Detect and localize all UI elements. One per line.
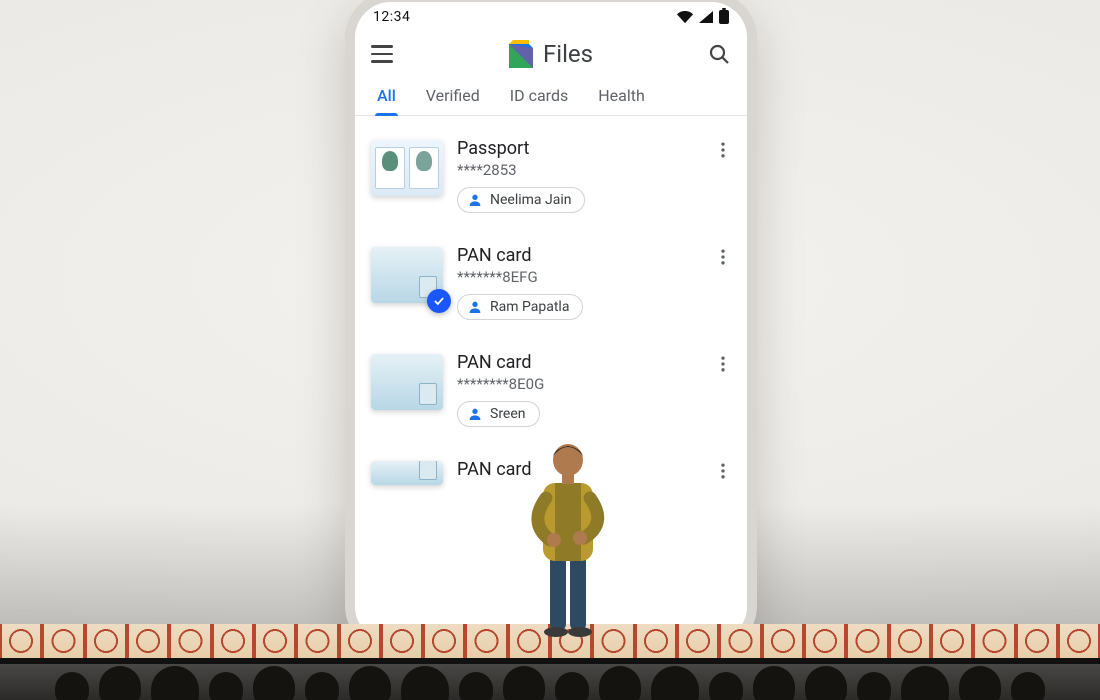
signal-icon: [699, 11, 713, 23]
tab-label: ID cards: [510, 86, 568, 105]
item-subtitle: ****2853: [457, 161, 699, 179]
presenter: [508, 428, 628, 638]
list-item[interactable]: PAN card *******8EFG Ram Papatla: [371, 231, 737, 338]
item-more-button[interactable]: [713, 138, 737, 164]
wifi-icon: [677, 9, 693, 25]
tab-label: All: [377, 86, 396, 105]
item-subtitle: ********8E0G: [457, 375, 699, 393]
check-icon: [432, 294, 446, 308]
tab-label: Verified: [426, 86, 480, 105]
list-item[interactable]: Passport ****2853 Neelima Jain: [371, 124, 737, 231]
tab-id-cards[interactable]: ID cards: [508, 78, 570, 115]
tab-all[interactable]: All: [375, 78, 398, 115]
app-header: Files: [355, 32, 747, 74]
thumbnail: [371, 138, 443, 196]
verified-badge: [427, 289, 451, 313]
item-body: PAN card *******8EFG Ram Papatla: [457, 245, 699, 320]
phone-volume-button: [747, 162, 752, 232]
app-title-wrap: Files: [509, 40, 593, 68]
phone-power-button: [747, 252, 752, 292]
audience: [0, 660, 1100, 700]
item-body: Passport ****2853 Neelima Jain: [457, 138, 699, 213]
person-icon: [467, 299, 483, 315]
more-vert-icon: [713, 247, 733, 267]
owner-chip[interactable]: Neelima Jain: [457, 187, 585, 213]
owner-chip[interactable]: Ram Papatla: [457, 294, 583, 320]
person-icon: [467, 406, 483, 422]
tab-verified[interactable]: Verified: [424, 78, 482, 115]
item-title: PAN card: [457, 245, 699, 266]
menu-button[interactable]: [371, 42, 395, 66]
status-icons: [677, 9, 729, 25]
owner-chip[interactable]: Sreen: [457, 401, 540, 427]
tabs: All Verified ID cards Health: [355, 74, 747, 116]
tab-health[interactable]: Health: [596, 78, 647, 115]
item-more-button[interactable]: [713, 352, 737, 378]
tab-label: Health: [598, 86, 645, 105]
thumbnail-image: [371, 461, 443, 485]
owner-name: Neelima Jain: [490, 192, 571, 208]
app-title: Files: [543, 40, 593, 68]
thumbnail: [371, 352, 443, 410]
thumbnail-image: [371, 354, 443, 410]
more-vert-icon: [713, 354, 733, 374]
more-vert-icon: [713, 461, 733, 481]
thumbnail-image: [371, 140, 443, 196]
item-more-button[interactable]: [713, 459, 737, 485]
item-subtitle: *******8EFG: [457, 268, 699, 286]
status-time: 12:34: [373, 9, 410, 25]
search-button[interactable]: [707, 42, 731, 66]
item-body: PAN card ********8E0G Sreen: [457, 352, 699, 427]
thumbnail: [371, 245, 443, 303]
item-more-button[interactable]: [713, 245, 737, 271]
thumbnail: [371, 459, 443, 485]
status-bar: 12:34: [355, 2, 747, 32]
owner-name: Ram Papatla: [490, 299, 569, 315]
item-title: PAN card: [457, 352, 699, 373]
files-app-icon: [509, 40, 533, 68]
person-icon: [467, 192, 483, 208]
item-title: Passport: [457, 138, 699, 159]
owner-name: Sreen: [490, 406, 526, 422]
more-vert-icon: [713, 140, 733, 160]
battery-icon: [719, 10, 729, 24]
